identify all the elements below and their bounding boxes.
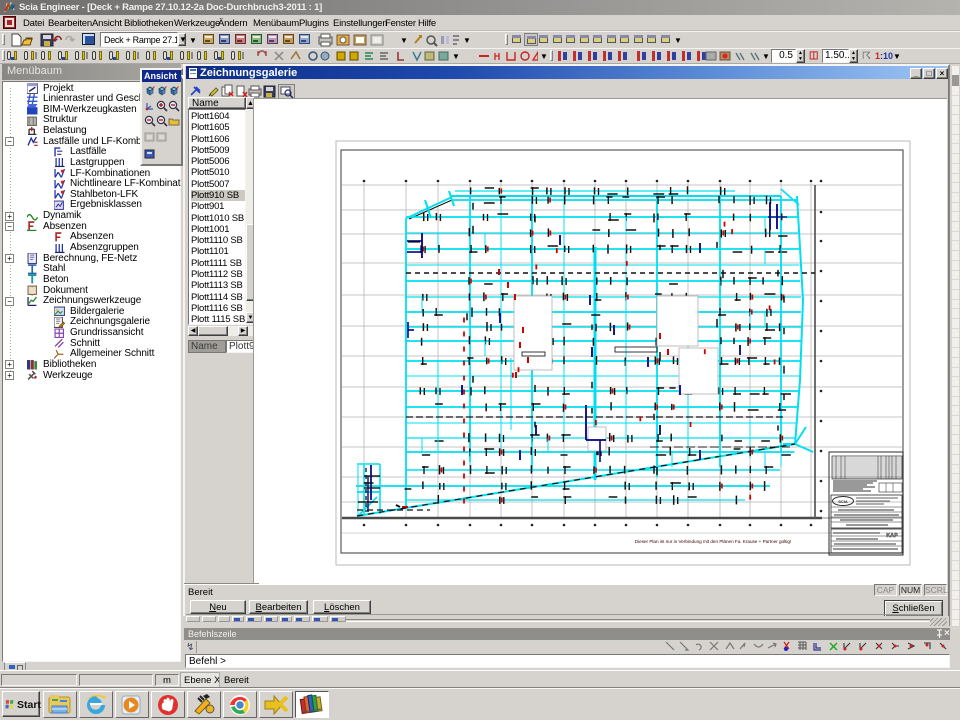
svg-text:SCIA: SCIA [838,499,848,504]
svg-text:KAP: KAP [886,533,898,539]
svg-text:Dieser Plan ist nur in Verbind: Dieser Plan ist nur in Verbindung mit de… [635,539,791,544]
